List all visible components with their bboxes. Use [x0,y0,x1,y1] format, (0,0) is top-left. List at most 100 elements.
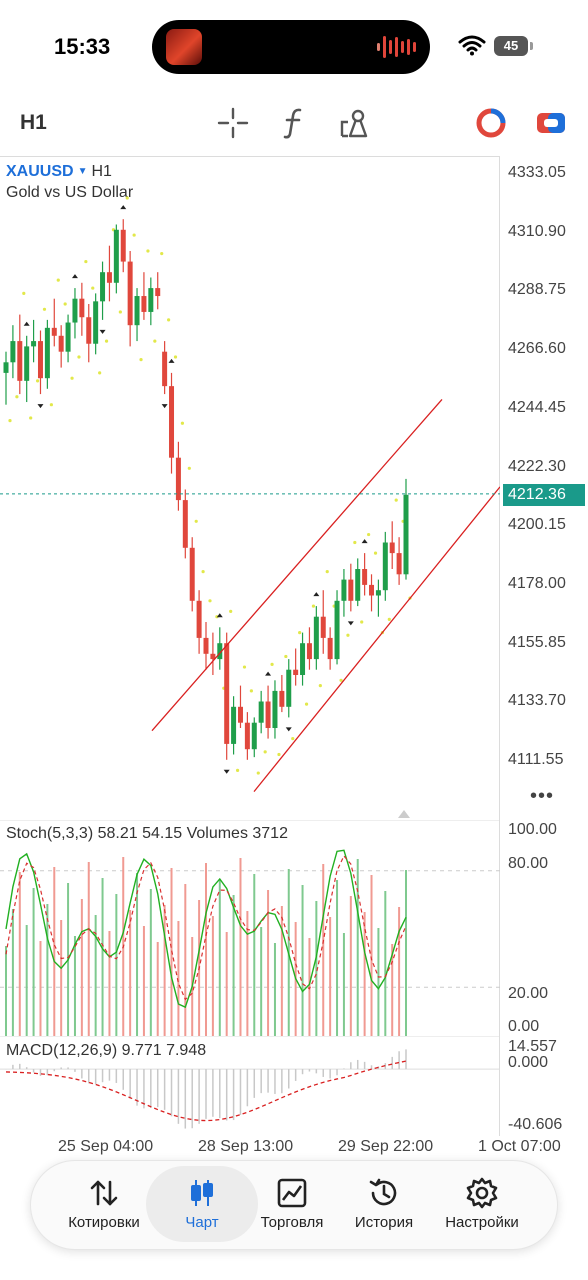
sar-dot [291,737,295,741]
volume-bar [142,926,145,1036]
volume-bar [280,906,283,1036]
volume-bar [405,870,407,1036]
candle-body [3,362,9,373]
sar-dot [160,252,164,256]
candle-body [44,327,50,379]
volume-bar [349,896,352,1036]
sar-dot [63,302,67,306]
objects-icon[interactable] [338,106,372,140]
volume-bar [322,864,325,1036]
sar-dot [77,355,81,359]
sar-dot [346,633,350,637]
time-label: 25 Sep 04:00 [58,1138,154,1155]
volume-bar [80,899,83,1036]
volume-bar [163,905,166,1036]
volume-bar [336,880,339,1036]
volume-bar [73,936,76,1036]
price-scale-label: 4133.70 [508,692,566,710]
volume-bar [301,885,304,1036]
stoch-level-20: 20.00 [508,985,549,1002]
fractal-down-marker [37,404,44,409]
dynamic-island[interactable] [152,20,430,74]
function-icon[interactable] [278,106,312,140]
sar-dot [311,604,316,608]
fractal-down-marker [161,404,168,409]
settings-icon [466,1177,498,1209]
price-chart[interactable] [0,156,500,820]
sar-dot [35,379,40,383]
candle-body [334,600,340,660]
candle-body [286,669,292,707]
price-scale-label: 4200.15 [508,516,566,534]
sar-dot [304,702,309,706]
candle-body [31,341,37,347]
volume-bar [260,927,263,1036]
sar-dot [146,249,150,253]
volume-bar [398,907,401,1036]
fractal-up-marker [168,358,175,363]
status-time: 15:33 [54,34,111,59]
volume-bar [239,858,242,1036]
price-scale-label: 4310.90 [508,222,566,240]
candle-body [244,722,250,750]
candle-body [155,288,161,297]
sar-dot [70,376,74,380]
audio-waveform-icon [377,35,416,59]
candle-body [106,272,112,283]
stochastic-panel[interactable] [0,820,500,1036]
nav-trade[interactable]: Торговля [242,1176,342,1231]
sar-dot [167,318,171,322]
volume-bar [46,904,49,1036]
battery-tip [530,42,533,50]
volume-bar [218,879,221,1036]
sar-dot [118,310,122,314]
candle-body [86,317,92,344]
sar-dot [270,662,274,667]
candle-body [265,701,271,729]
candle-body [127,261,133,326]
candle-body [320,616,326,638]
volume-bar [156,942,159,1036]
nav-quotes[interactable]: Котировки [54,1176,154,1231]
volume-bar [225,932,228,1036]
timeframe-selector[interactable]: H1 [20,111,47,135]
price-scale-label: 4244.45 [508,398,566,416]
volume-bar [253,874,256,1036]
sar-dot [180,421,185,425]
trade-chart-icon [277,1178,307,1208]
crosshair-icon[interactable] [216,106,250,140]
sar-dot [284,654,288,659]
fractal-down-marker [223,769,230,774]
sar-dot [173,355,178,359]
scroll-marker-icon [398,810,410,818]
nav-chart[interactable]: Чарт [152,1176,252,1231]
candle-body [258,701,264,723]
fractal-down-marker [99,329,106,334]
macd-level-zero: 0.000 [508,1054,549,1071]
wifi-icon [458,35,486,56]
volume-bar [5,946,7,1036]
candle-body [189,547,195,601]
candle-body [24,346,30,381]
sar-dot [84,259,88,264]
sar-dot [98,371,102,375]
candle-body [306,643,312,660]
macd-title: MACD(12,26,9) 9.771 7.948 [6,1042,207,1059]
candle-body [58,335,64,352]
more-options-icon[interactable]: ••• [530,785,554,808]
candle-body [134,296,140,326]
nav-label: Чарт [185,1214,219,1231]
channel-lower-line [253,486,500,793]
nav-settings[interactable]: Настройки [432,1176,532,1231]
nav-label: Настройки [445,1214,519,1231]
candle-body [196,600,202,638]
fractal-up-marker [216,613,223,618]
candle-body [120,229,126,262]
nav-history[interactable]: История [334,1176,434,1231]
candle-body [10,341,16,363]
sar-dot [229,609,233,614]
color-scheme-icon[interactable] [474,106,508,140]
sar-dot [318,684,322,688]
trade-icon[interactable] [534,106,568,140]
candle-body [341,579,347,601]
